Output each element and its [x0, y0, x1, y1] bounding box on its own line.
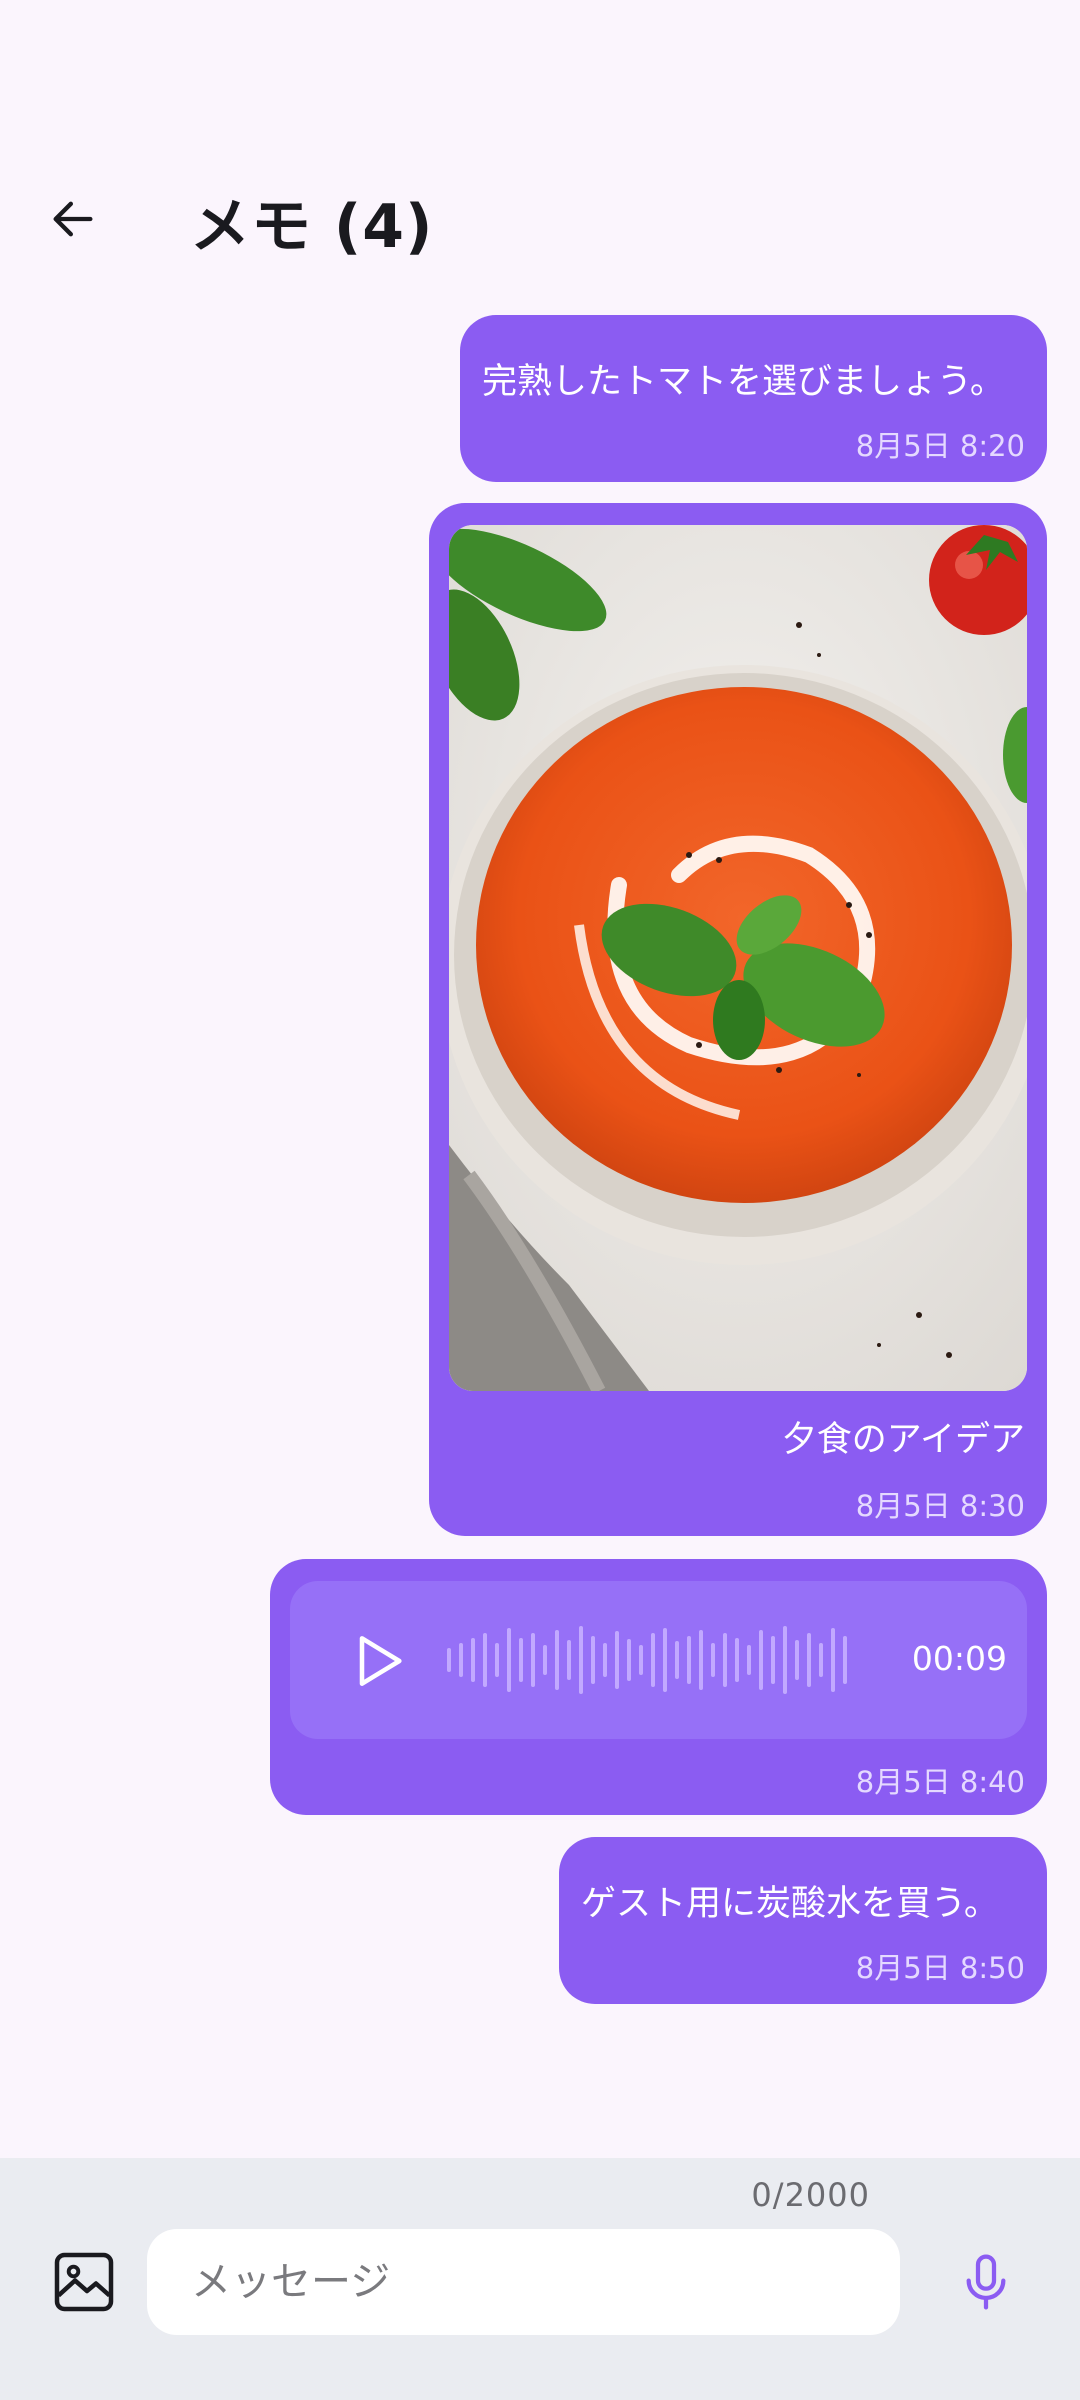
- message-input-container: [147, 2229, 900, 2335]
- message-bubble-text[interactable]: 完熟したトマトを選びましょう。 8月5日 8:20: [460, 315, 1047, 482]
- app-header: メモ (4): [0, 150, 1080, 280]
- voice-duration: 00:09: [911, 1639, 1007, 1678]
- page-title: メモ (4): [190, 192, 434, 262]
- message-text: 完熟したトマトを選びましょう。: [482, 362, 1005, 402]
- voice-record-button[interactable]: [950, 2246, 1022, 2318]
- message-timestamp: 8月5日 8:20: [855, 429, 1025, 463]
- composer-bar: 0/2000: [0, 2158, 1080, 2400]
- arrow-left-icon: [53, 201, 93, 237]
- image-icon: [54, 2252, 114, 2312]
- image-caption: 夕食のアイデア: [781, 1420, 1025, 1460]
- message-timestamp: 8月5日 8:40: [855, 1765, 1025, 1799]
- message-bubble-image[interactable]: 夕食のアイデア 8月5日 8:30: [429, 503, 1047, 1536]
- message-text: ゲスト用に炭酸水を買う。: [581, 1884, 999, 1924]
- back-button[interactable]: [34, 180, 112, 258]
- play-button[interactable]: [346, 1629, 410, 1693]
- tomato-soup-photo[interactable]: [449, 525, 1027, 1391]
- message-bubble-text[interactable]: ゲスト用に炭酸水を買う。 8月5日 8:50: [559, 1837, 1047, 2004]
- character-counter: 0/2000: [751, 2176, 870, 2214]
- message-input[interactable]: [147, 2229, 900, 2335]
- waveform: [447, 1626, 847, 1694]
- message-timestamp: 8月5日 8:30: [855, 1489, 1025, 1523]
- message-timestamp: 8月5日 8:50: [855, 1951, 1025, 1985]
- play-icon: [359, 1636, 402, 1686]
- voice-player: 00:09: [290, 1581, 1027, 1739]
- attach-image-button[interactable]: [48, 2246, 120, 2318]
- message-bubble-voice[interactable]: 00:09 8月5日 8:40: [270, 1559, 1047, 1815]
- microphone-icon: [966, 2254, 1006, 2310]
